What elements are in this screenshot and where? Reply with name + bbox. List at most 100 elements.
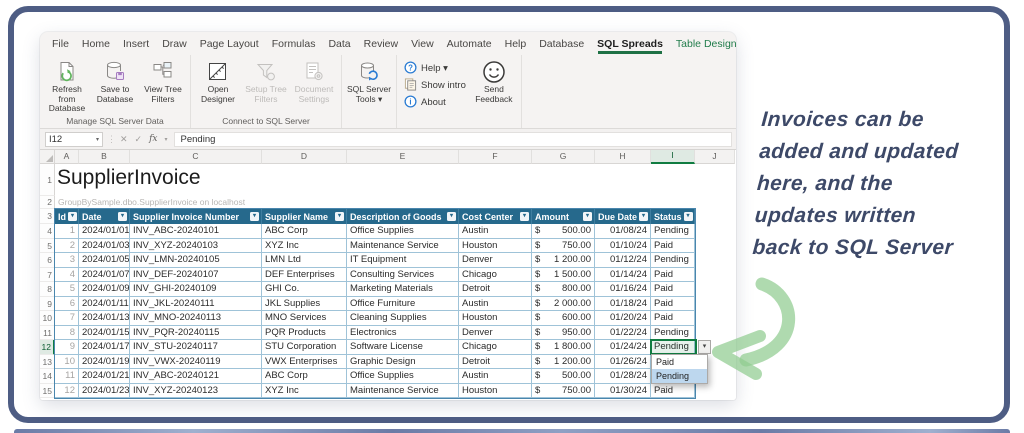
enter-icon[interactable]: ✓: [135, 134, 143, 145]
cell-id[interactable]: 8: [55, 326, 79, 341]
filter-dropdown-icon[interactable]: ▾: [250, 212, 259, 221]
cell-due-date[interactable]: 01/26/24: [595, 355, 651, 370]
cell-amount[interactable]: $2 000.00: [532, 297, 595, 312]
row-header-15[interactable]: 15: [40, 384, 55, 399]
cell-amount[interactable]: $1 500.00: [532, 268, 595, 283]
cell-id[interactable]: 10: [55, 355, 79, 370]
table-header-description-of-goods[interactable]: Description of Goods▾: [347, 209, 459, 224]
cell-text[interactable]: Detroit: [459, 355, 532, 370]
cell-due-date[interactable]: 01/30/24: [595, 384, 651, 399]
cell-date[interactable]: 2024/01/09: [79, 282, 130, 297]
formula-input[interactable]: Pending: [174, 132, 732, 147]
cell-status[interactable]: Paid: [651, 268, 695, 283]
cell-text[interactable]: Office Furniture: [347, 297, 459, 312]
cell-text[interactable]: INV_VWX-20240119: [130, 355, 262, 370]
cell-text[interactable]: XYZ Inc: [262, 239, 347, 254]
cell-text[interactable]: INV_LMN-20240105: [130, 253, 262, 268]
cell-text[interactable]: Electronics: [347, 326, 459, 341]
cell-id[interactable]: 11: [55, 369, 79, 384]
cell-amount[interactable]: $600.00: [532, 311, 595, 326]
filter-dropdown-icon[interactable]: ▾: [583, 212, 592, 221]
cell-text[interactable]: Denver: [459, 253, 532, 268]
cell-amount[interactable]: $500.00: [532, 369, 595, 384]
insert-function-icon[interactable]: fx: [149, 134, 157, 144]
cell-amount[interactable]: $750.00: [532, 239, 595, 254]
cell-date[interactable]: 2024/01/17: [79, 340, 130, 355]
cell-amount[interactable]: $1 200.00: [532, 355, 595, 370]
cell-text[interactable]: XYZ Inc: [262, 384, 347, 399]
cell-date[interactable]: 2024/01/01: [79, 224, 130, 239]
column-header-G[interactable]: G: [532, 150, 595, 164]
cell-text[interactable]: Cleaning Supplies: [347, 311, 459, 326]
cell-text[interactable]: Detroit: [459, 282, 532, 297]
cell-status[interactable]: Pending: [651, 224, 695, 239]
cell-text[interactable]: GHI Co.: [262, 282, 347, 297]
column-header-B[interactable]: B: [79, 150, 130, 164]
cell-due-date[interactable]: 01/14/24: [595, 268, 651, 283]
button-help[interactable]: ?Help ▾: [404, 62, 466, 75]
cell-text[interactable]: INV_PQR-20240115: [130, 326, 262, 341]
cell-text[interactable]: Office Supplies: [347, 369, 459, 384]
cell-status[interactable]: Paid: [651, 384, 695, 399]
cell-text[interactable]: Maintenance Service: [347, 239, 459, 254]
table-header-date[interactable]: Date▾: [79, 209, 130, 224]
cell-text[interactable]: Chicago: [459, 268, 532, 283]
row-header-14[interactable]: 14: [40, 369, 55, 384]
column-header-J[interactable]: J: [695, 150, 735, 164]
cell-text[interactable]: Houston: [459, 311, 532, 326]
column-header-C[interactable]: C: [130, 150, 262, 164]
cell-due-date[interactable]: 01/12/24: [595, 253, 651, 268]
cell-date[interactable]: 2024/01/23: [79, 384, 130, 399]
cell-id[interactable]: 4: [55, 268, 79, 283]
cell-date[interactable]: 2024/01/11: [79, 297, 130, 312]
tab-formulas[interactable]: Formulas: [272, 38, 316, 50]
cell-id[interactable]: 5: [55, 282, 79, 297]
table-header-amount[interactable]: Amount▾: [532, 209, 595, 224]
cell-due-date[interactable]: 01/28/24: [595, 369, 651, 384]
tab-view[interactable]: View: [411, 38, 434, 50]
cell-amount[interactable]: $1 800.00: [532, 340, 595, 355]
cell-text[interactable]: INV_XYZ-20240103: [130, 239, 262, 254]
cell-id[interactable]: 2: [55, 239, 79, 254]
tab-insert[interactable]: Insert: [123, 38, 149, 50]
tab-home[interactable]: Home: [82, 38, 110, 50]
cell-id[interactable]: 7: [55, 311, 79, 326]
button-about[interactable]: iAbout: [404, 96, 466, 109]
button-refresh-from-database[interactable]: Refresh from Database: [43, 56, 91, 114]
cell-text[interactable]: Denver: [459, 326, 532, 341]
cell-text[interactable]: Consulting Services: [347, 268, 459, 283]
tab-data[interactable]: Data: [328, 38, 350, 50]
cell-text[interactable]: INV_GHI-20240109: [130, 282, 262, 297]
column-header-D[interactable]: D: [262, 150, 347, 164]
row-header-4[interactable]: 4: [40, 224, 55, 239]
cell-text[interactable]: ABC Corp: [262, 224, 347, 239]
tab-page-layout[interactable]: Page Layout: [200, 38, 259, 50]
column-header-F[interactable]: F: [459, 150, 532, 164]
cell-date[interactable]: 2024/01/03: [79, 239, 130, 254]
cell-status[interactable]: Paid: [651, 239, 695, 254]
tab-automate[interactable]: Automate: [447, 38, 492, 50]
tab-sql-spreads[interactable]: SQL Spreads: [597, 38, 663, 50]
column-header-H[interactable]: H: [595, 150, 651, 164]
cell-text[interactable]: Software License: [347, 340, 459, 355]
selected-cell-I12[interactable]: [650, 339, 697, 355]
table-header-status[interactable]: Status▾: [651, 209, 695, 224]
cell-text[interactable]: Houston: [459, 384, 532, 399]
cell-due-date[interactable]: 01/08/24: [595, 224, 651, 239]
button-show-intro[interactable]: Show intro: [404, 79, 466, 92]
cell-text[interactable]: INV_XYZ-20240123: [130, 384, 262, 399]
table-header-supplier-name[interactable]: Supplier Name▾: [262, 209, 347, 224]
cell-date[interactable]: 2024/01/21: [79, 369, 130, 384]
filter-dropdown-icon[interactable]: ▾: [447, 212, 456, 221]
table-header-due-date[interactable]: Due Date▾: [595, 209, 651, 224]
cell-id[interactable]: 6: [55, 297, 79, 312]
table-header-supplier-invoice-number[interactable]: Supplier Invoice Number▾: [130, 209, 262, 224]
cell-date[interactable]: 2024/01/07: [79, 268, 130, 283]
button-sql-server-tools[interactable]: SQL Server Tools ▾: [345, 56, 393, 104]
cell-text[interactable]: INV_STU-20240117: [130, 340, 262, 355]
filter-dropdown-icon[interactable]: ▾: [639, 212, 648, 221]
row-header-3[interactable]: 3: [40, 209, 55, 224]
cell-text[interactable]: INV_ABC-20240121: [130, 369, 262, 384]
cell-date[interactable]: 2024/01/15: [79, 326, 130, 341]
cell-text[interactable]: Graphic Design: [347, 355, 459, 370]
